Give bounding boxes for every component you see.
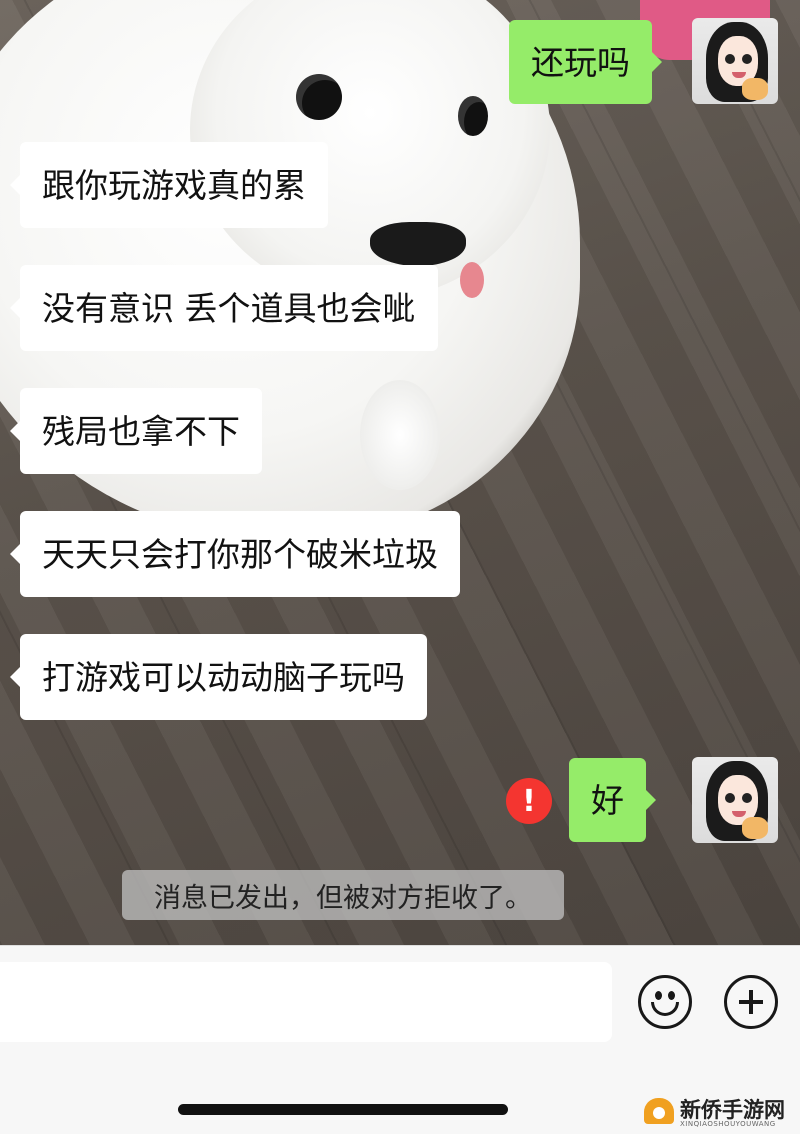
- smiley-eye: [668, 991, 675, 1000]
- smiley-eye: [655, 991, 662, 1000]
- smiley-icon[interactable]: [638, 975, 692, 1029]
- dog-tongue: [460, 262, 484, 298]
- message-bubble-sent[interactable]: 好: [569, 758, 646, 842]
- plus-vertical: [749, 990, 753, 1014]
- home-indicator[interactable]: [178, 1104, 508, 1115]
- message-bubble-received[interactable]: 打游戏可以动动脑子玩吗: [20, 634, 427, 720]
- avatar-pet: [742, 78, 768, 100]
- message-bubble-sent[interactable]: 还玩吗: [509, 20, 652, 104]
- watermark-logo-icon: [644, 1098, 674, 1124]
- user-avatar[interactable]: [692, 757, 778, 843]
- avatar-eye: [725, 793, 735, 803]
- message-bubble-received[interactable]: 跟你玩游戏真的累: [20, 142, 328, 228]
- send-failed-alert-icon[interactable]: !: [506, 778, 552, 824]
- message-bubble-received[interactable]: 天天只会打你那个破米垃圾: [20, 511, 460, 597]
- plus-icon[interactable]: [724, 975, 778, 1029]
- message-input[interactable]: [0, 962, 612, 1042]
- avatar-eye: [742, 54, 752, 64]
- avatar-eye: [742, 793, 752, 803]
- user-avatar[interactable]: [692, 18, 778, 104]
- dog-nose: [370, 222, 466, 266]
- smiley-mouth: [651, 1002, 679, 1016]
- avatar-eye: [725, 54, 735, 64]
- dog-paw: [360, 380, 440, 490]
- dog-eye-right: [458, 96, 488, 136]
- message-bubble-received[interactable]: 残局也拿不下: [20, 388, 262, 474]
- avatar-pet: [742, 817, 768, 839]
- message-bubble-received[interactable]: 没有意识 丢个道具也会呲: [20, 265, 438, 351]
- watermark: 新侨手游网 XINQIAOSHOUYOUWANG: [644, 1094, 796, 1130]
- system-notice: 消息已发出，但被对方拒收了。: [122, 870, 564, 920]
- dog-eye-left: [296, 74, 342, 120]
- watermark-sub: XINQIAOSHOUYOUWANG: [680, 1120, 776, 1128]
